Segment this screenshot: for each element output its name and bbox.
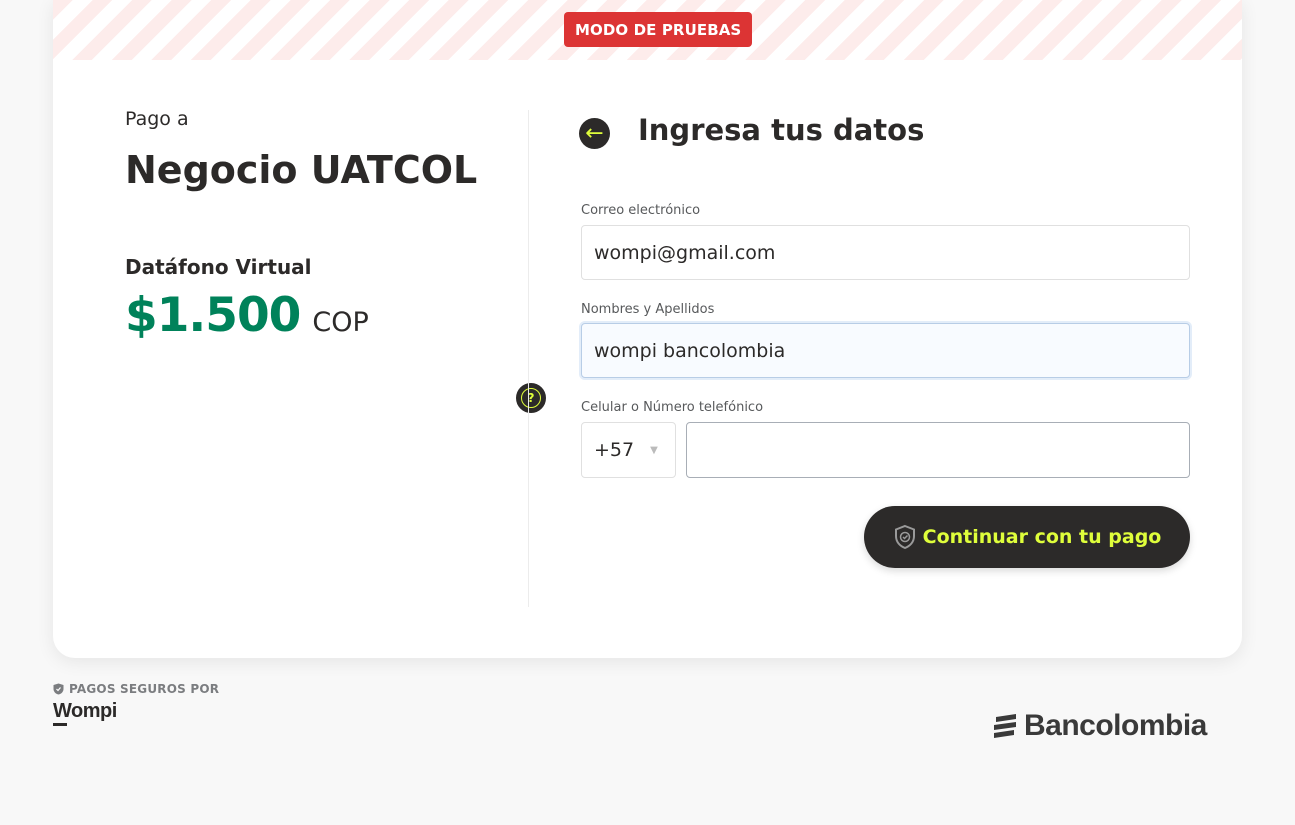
country-code-value: +57	[594, 439, 635, 461]
country-code-select[interactable]: +57 ▼	[581, 422, 676, 478]
test-mode-badge: MODO DE PRUEBAS	[564, 12, 753, 47]
help-button[interactable]: ?	[516, 383, 546, 413]
checkout-card: MODO DE PRUEBAS Pago a Negocio UATCOL Da…	[53, 0, 1242, 658]
product-name: Datáfono Virtual	[125, 255, 312, 279]
phone-field[interactable]	[686, 422, 1190, 478]
pay-to-label: Pago a	[125, 108, 189, 130]
amount-value: $1.500	[125, 288, 301, 343]
bancolombia-logo: Bancolombia	[992, 709, 1207, 743]
email-label: Correo electrónico	[581, 203, 701, 218]
shield-icon	[53, 683, 64, 695]
amount-row: $1.500 COP	[125, 288, 369, 343]
arrow-left-icon: ←	[585, 120, 604, 146]
email-field[interactable]	[581, 225, 1190, 280]
wompi-logo: Wompi	[53, 700, 117, 726]
chevron-down-icon: ▼	[650, 444, 658, 456]
column-divider	[528, 110, 529, 607]
continue-payment-label: Continuar con tu pago	[922, 526, 1162, 548]
shield-check-icon	[894, 524, 915, 550]
full-name-field[interactable]	[581, 323, 1190, 378]
back-button[interactable]: ←	[579, 118, 610, 149]
secure-payments-note: PAGOS SEGUROS POR	[53, 682, 219, 696]
bancolombia-mark-icon	[994, 714, 1016, 738]
currency-code: COP	[312, 307, 369, 338]
phone-label: Celular o Número telefónico	[581, 400, 764, 415]
question-icon: ?	[521, 388, 541, 408]
name-label: Nombres y Apellidos	[581, 302, 715, 317]
bancolombia-name: Bancolombia	[1024, 709, 1207, 742]
test-mode-banner: MODO DE PRUEBAS	[53, 0, 1242, 60]
continue-payment-button[interactable]: Continuar con tu pago	[864, 506, 1190, 568]
secure-payments-text: PAGOS SEGUROS POR	[69, 682, 220, 696]
form-title: Ingresa tus datos	[638, 113, 925, 147]
merchant-name: Negocio UATCOL	[125, 148, 478, 192]
